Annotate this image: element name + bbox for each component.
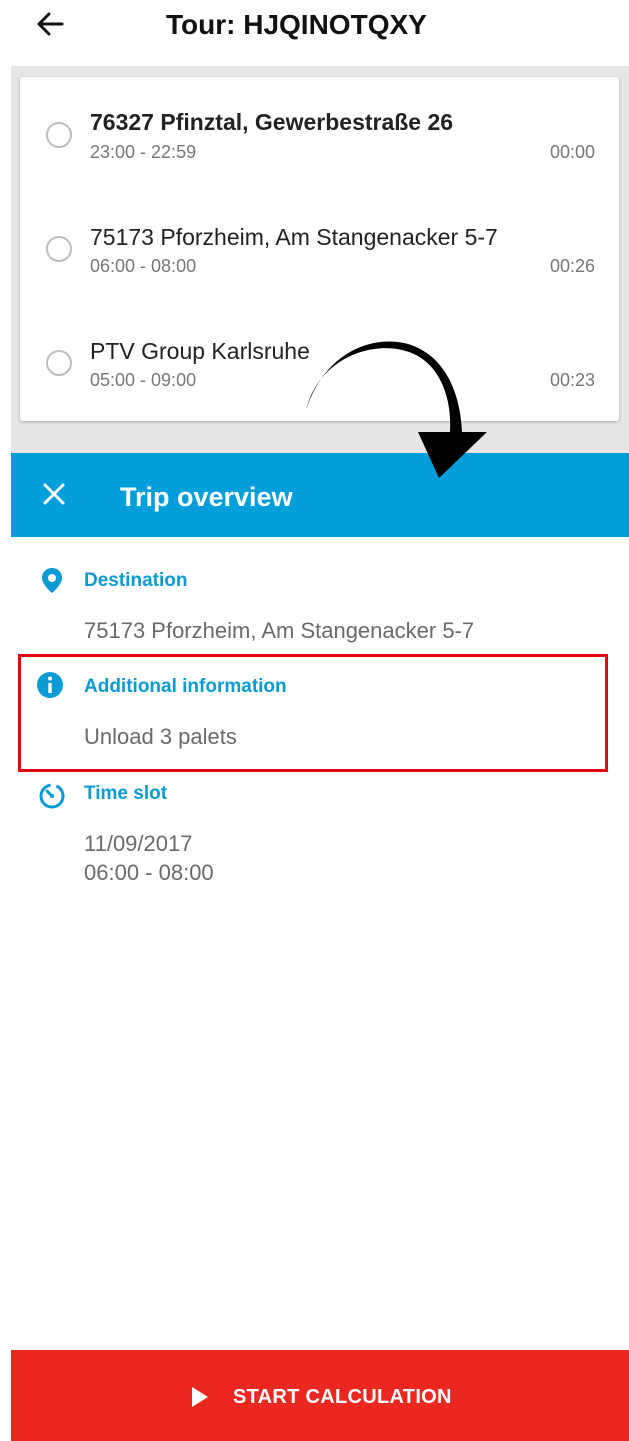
time-slot-date: 11/09/2017 <box>84 831 193 856</box>
stop-radio-2[interactable] <box>46 236 72 262</box>
stop-name: PTV Group Karlsruhe <box>90 338 310 364</box>
stop-time: 06:00 - 08:00 <box>90 256 197 276</box>
stop-duration: 00:23 <box>549 370 595 390</box>
stop-item-1[interactable]: 76327 Pfinztal, Gewerbestraße 26 23:00 -… <box>20 77 619 187</box>
info-icon <box>37 672 63 698</box>
stop-duration: 00:00 <box>549 142 595 162</box>
destination-value: 75173 Pforzheim, Am Stangenacker 5-7 <box>84 618 475 643</box>
start-calculation-label: START CALCULATION <box>233 1386 452 1408</box>
highlight-box <box>18 654 608 772</box>
destination-label: Destination <box>84 570 188 591</box>
page-title: Tour: HJQINOTQXY <box>166 9 427 40</box>
stop-item-2[interactable]: 75173 Pforzheim, Am Stangenacker 5-7 06:… <box>20 191 619 301</box>
start-calculation-button[interactable]: START CALCULATION <box>11 1350 629 1441</box>
location-pin-icon <box>42 568 62 593</box>
close-icon[interactable] <box>41 481 67 507</box>
timer-icon <box>39 783 65 809</box>
stop-time: 05:00 - 09:00 <box>90 370 197 390</box>
app-header: Tour: HJQINOTQXY <box>0 0 629 66</box>
stop-duration: 00:26 <box>549 256 595 276</box>
back-arrow-icon[interactable] <box>34 8 66 40</box>
additional-info-value: Unload 3 palets <box>84 724 237 749</box>
stop-radio-1[interactable] <box>46 122 72 148</box>
time-slot-range: 06:00 - 08:00 <box>84 860 214 885</box>
additional-info-label: Additional information <box>84 676 287 697</box>
play-icon <box>192 1387 208 1407</box>
stop-time: 23:00 - 22:59 <box>90 142 197 162</box>
time-slot-label: Time slot <box>84 783 168 804</box>
stop-radio-3[interactable] <box>46 350 72 376</box>
curved-arrow-annotation <box>306 341 487 478</box>
stop-name: 76327 Pfinztal, Gewerbestraße 26 <box>90 109 454 135</box>
stop-name: 75173 Pforzheim, Am Stangenacker 5-7 <box>90 224 498 250</box>
panel-title: Trip overview <box>120 482 293 512</box>
